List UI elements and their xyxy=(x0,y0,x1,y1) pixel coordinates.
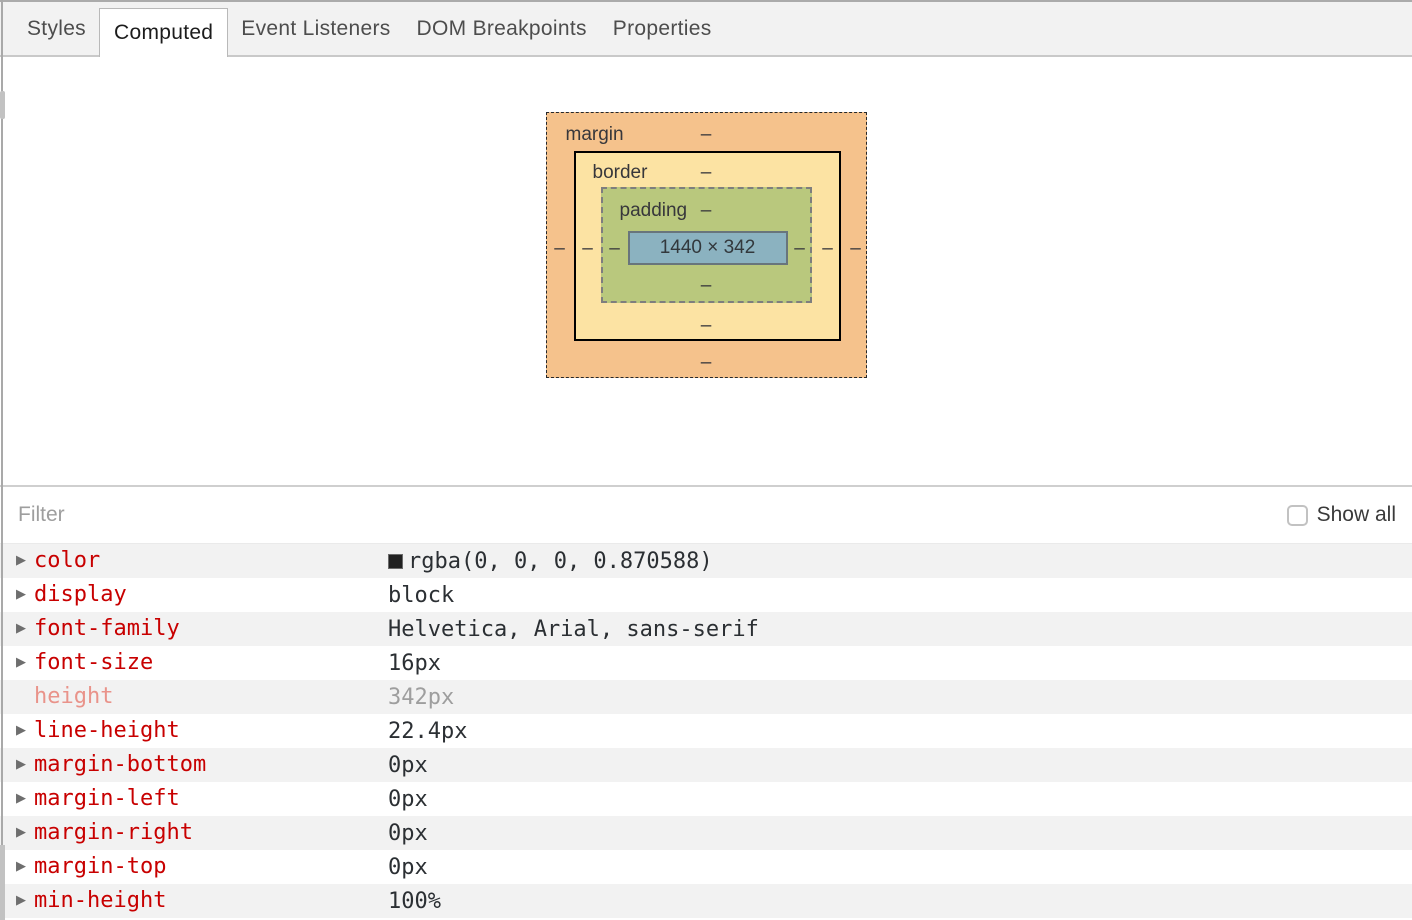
sidebar-tab-bar: Styles Computed Event Listeners DOM Brea… xyxy=(0,0,1412,57)
property-name: margin-right xyxy=(34,820,193,845)
computed-property-row[interactable]: ▶ font-size 16px xyxy=(0,646,1412,680)
expand-arrow-icon[interactable]: ▶ xyxy=(16,612,26,646)
tab-dom-breakpoints[interactable]: DOM Breakpoints xyxy=(404,2,600,55)
expand-arrow-icon[interactable]: ▶ xyxy=(16,850,26,884)
border-right-value[interactable]: – xyxy=(818,237,838,261)
property-value-text: 0px xyxy=(388,820,428,846)
property-value: 0px xyxy=(388,782,428,816)
property-value: rgba(0, 0, 0, 0.870588) xyxy=(388,544,713,578)
expand-arrow-icon[interactable]: ▶ xyxy=(16,646,26,680)
filter-bar: Show all xyxy=(0,487,1412,543)
property-value: Helvetica, Arial, sans-serif xyxy=(388,612,759,646)
scrollbar-thumb[interactable] xyxy=(0,91,5,119)
property-name: margin-bottom xyxy=(34,752,207,777)
property-value-text: Helvetica, Arial, sans-serif xyxy=(388,616,759,642)
show-all-checkbox[interactable] xyxy=(1286,504,1308,526)
show-all-toggle[interactable]: Show all xyxy=(1286,503,1396,527)
property-value-text: 100% xyxy=(388,888,441,914)
show-all-label: Show all xyxy=(1316,503,1396,526)
property-value: block xyxy=(388,578,454,612)
computed-property-row[interactable]: ▶ margin-left 0px xyxy=(0,782,1412,816)
tab-computed[interactable]: Computed xyxy=(99,8,229,57)
computed-property-row[interactable]: ▶ line-height 22.4px xyxy=(0,714,1412,748)
margin-top-value[interactable]: – xyxy=(547,123,866,147)
devtools-computed-panel: Styles Computed Event Listeners DOM Brea… xyxy=(0,0,1412,920)
property-value-text: 342px xyxy=(388,684,455,710)
margin-left-value[interactable]: – xyxy=(550,237,570,261)
property-value-text: rgba(0, 0, 0, 0.870588) xyxy=(408,548,713,574)
property-value: 0px xyxy=(388,850,428,884)
property-value: 0px xyxy=(388,816,428,850)
box-model-diagram: 1440 × 342 margin border padding – – – –… xyxy=(545,112,867,378)
property-value: 22.4px xyxy=(388,714,467,748)
property-value-text: 16px xyxy=(388,650,441,676)
content-dimensions[interactable]: 1440 × 342 xyxy=(660,237,756,259)
box-model-section: 1440 × 342 margin border padding – – – –… xyxy=(0,112,1412,487)
property-name: color xyxy=(34,548,101,573)
tab-event-listeners[interactable]: Event Listeners xyxy=(228,2,403,55)
padding-right-value[interactable]: – xyxy=(790,237,810,261)
tab-styles[interactable]: Styles xyxy=(14,2,99,55)
property-name: margin-top xyxy=(34,854,167,879)
property-name: font-family xyxy=(34,616,180,641)
filter-input[interactable] xyxy=(18,503,1287,527)
property-value-text: 0px xyxy=(388,786,428,812)
property-name: line-height xyxy=(34,718,180,743)
computed-property-row[interactable]: ▶ margin-right 0px xyxy=(0,816,1412,850)
border-bottom-value[interactable]: – xyxy=(547,314,866,338)
computed-property-row[interactable]: ▶ height 342px xyxy=(0,680,1412,714)
computed-properties-list: ▶ color rgba(0, 0, 0, 0.870588) ▶ displa… xyxy=(0,543,1412,920)
property-value-text: 0px xyxy=(388,752,428,778)
expand-arrow-icon[interactable]: ▶ xyxy=(16,748,26,782)
expand-arrow-icon[interactable]: ▶ xyxy=(16,544,26,578)
computed-property-row[interactable]: ▶ color rgba(0, 0, 0, 0.870588) xyxy=(0,544,1412,578)
computed-property-row[interactable]: ▶ display block xyxy=(0,578,1412,612)
tab-properties[interactable]: Properties xyxy=(600,2,725,55)
margin-right-value[interactable]: – xyxy=(846,237,866,261)
padding-left-value[interactable]: – xyxy=(605,237,625,261)
panel-left-border xyxy=(1,0,3,920)
box-model-content-box[interactable]: 1440 × 342 xyxy=(627,231,788,265)
border-left-value[interactable]: – xyxy=(578,237,598,261)
property-value: 0px xyxy=(388,748,428,782)
computed-property-row[interactable]: ▶ margin-top 0px xyxy=(0,850,1412,884)
expand-arrow-icon[interactable]: ▶ xyxy=(16,782,26,816)
property-value: 342px xyxy=(388,680,454,714)
padding-bottom-value[interactable]: – xyxy=(547,274,866,298)
property-value: 16px xyxy=(388,646,441,680)
computed-property-row[interactable]: ▶ margin-bottom 0px xyxy=(0,748,1412,782)
expand-arrow-icon[interactable]: ▶ xyxy=(16,714,26,748)
computed-property-row[interactable]: ▶ min-height 100% xyxy=(0,884,1412,918)
expand-arrow-icon[interactable]: ▶ xyxy=(16,816,26,850)
property-name: margin-left xyxy=(34,786,180,811)
scrollbar-thumb[interactable] xyxy=(0,845,5,920)
margin-bottom-value[interactable]: – xyxy=(547,351,866,375)
property-name: font-size xyxy=(34,650,154,675)
property-name: min-height xyxy=(34,888,167,913)
property-value-text: 22.4px xyxy=(388,718,468,744)
computed-property-row[interactable]: ▶ font-family Helvetica, Arial, sans-ser… xyxy=(0,612,1412,646)
expand-arrow-icon[interactable]: ▶ xyxy=(16,578,26,612)
property-value-text: block xyxy=(388,582,455,608)
property-value: 100% xyxy=(388,884,441,918)
border-top-value[interactable]: – xyxy=(547,161,866,185)
property-name: display xyxy=(34,582,127,607)
padding-top-value[interactable]: – xyxy=(547,199,866,223)
property-name: height xyxy=(34,684,114,709)
expand-arrow-icon[interactable]: ▶ xyxy=(16,884,26,918)
color-swatch xyxy=(388,553,403,569)
property-value-text: 0px xyxy=(388,854,428,880)
